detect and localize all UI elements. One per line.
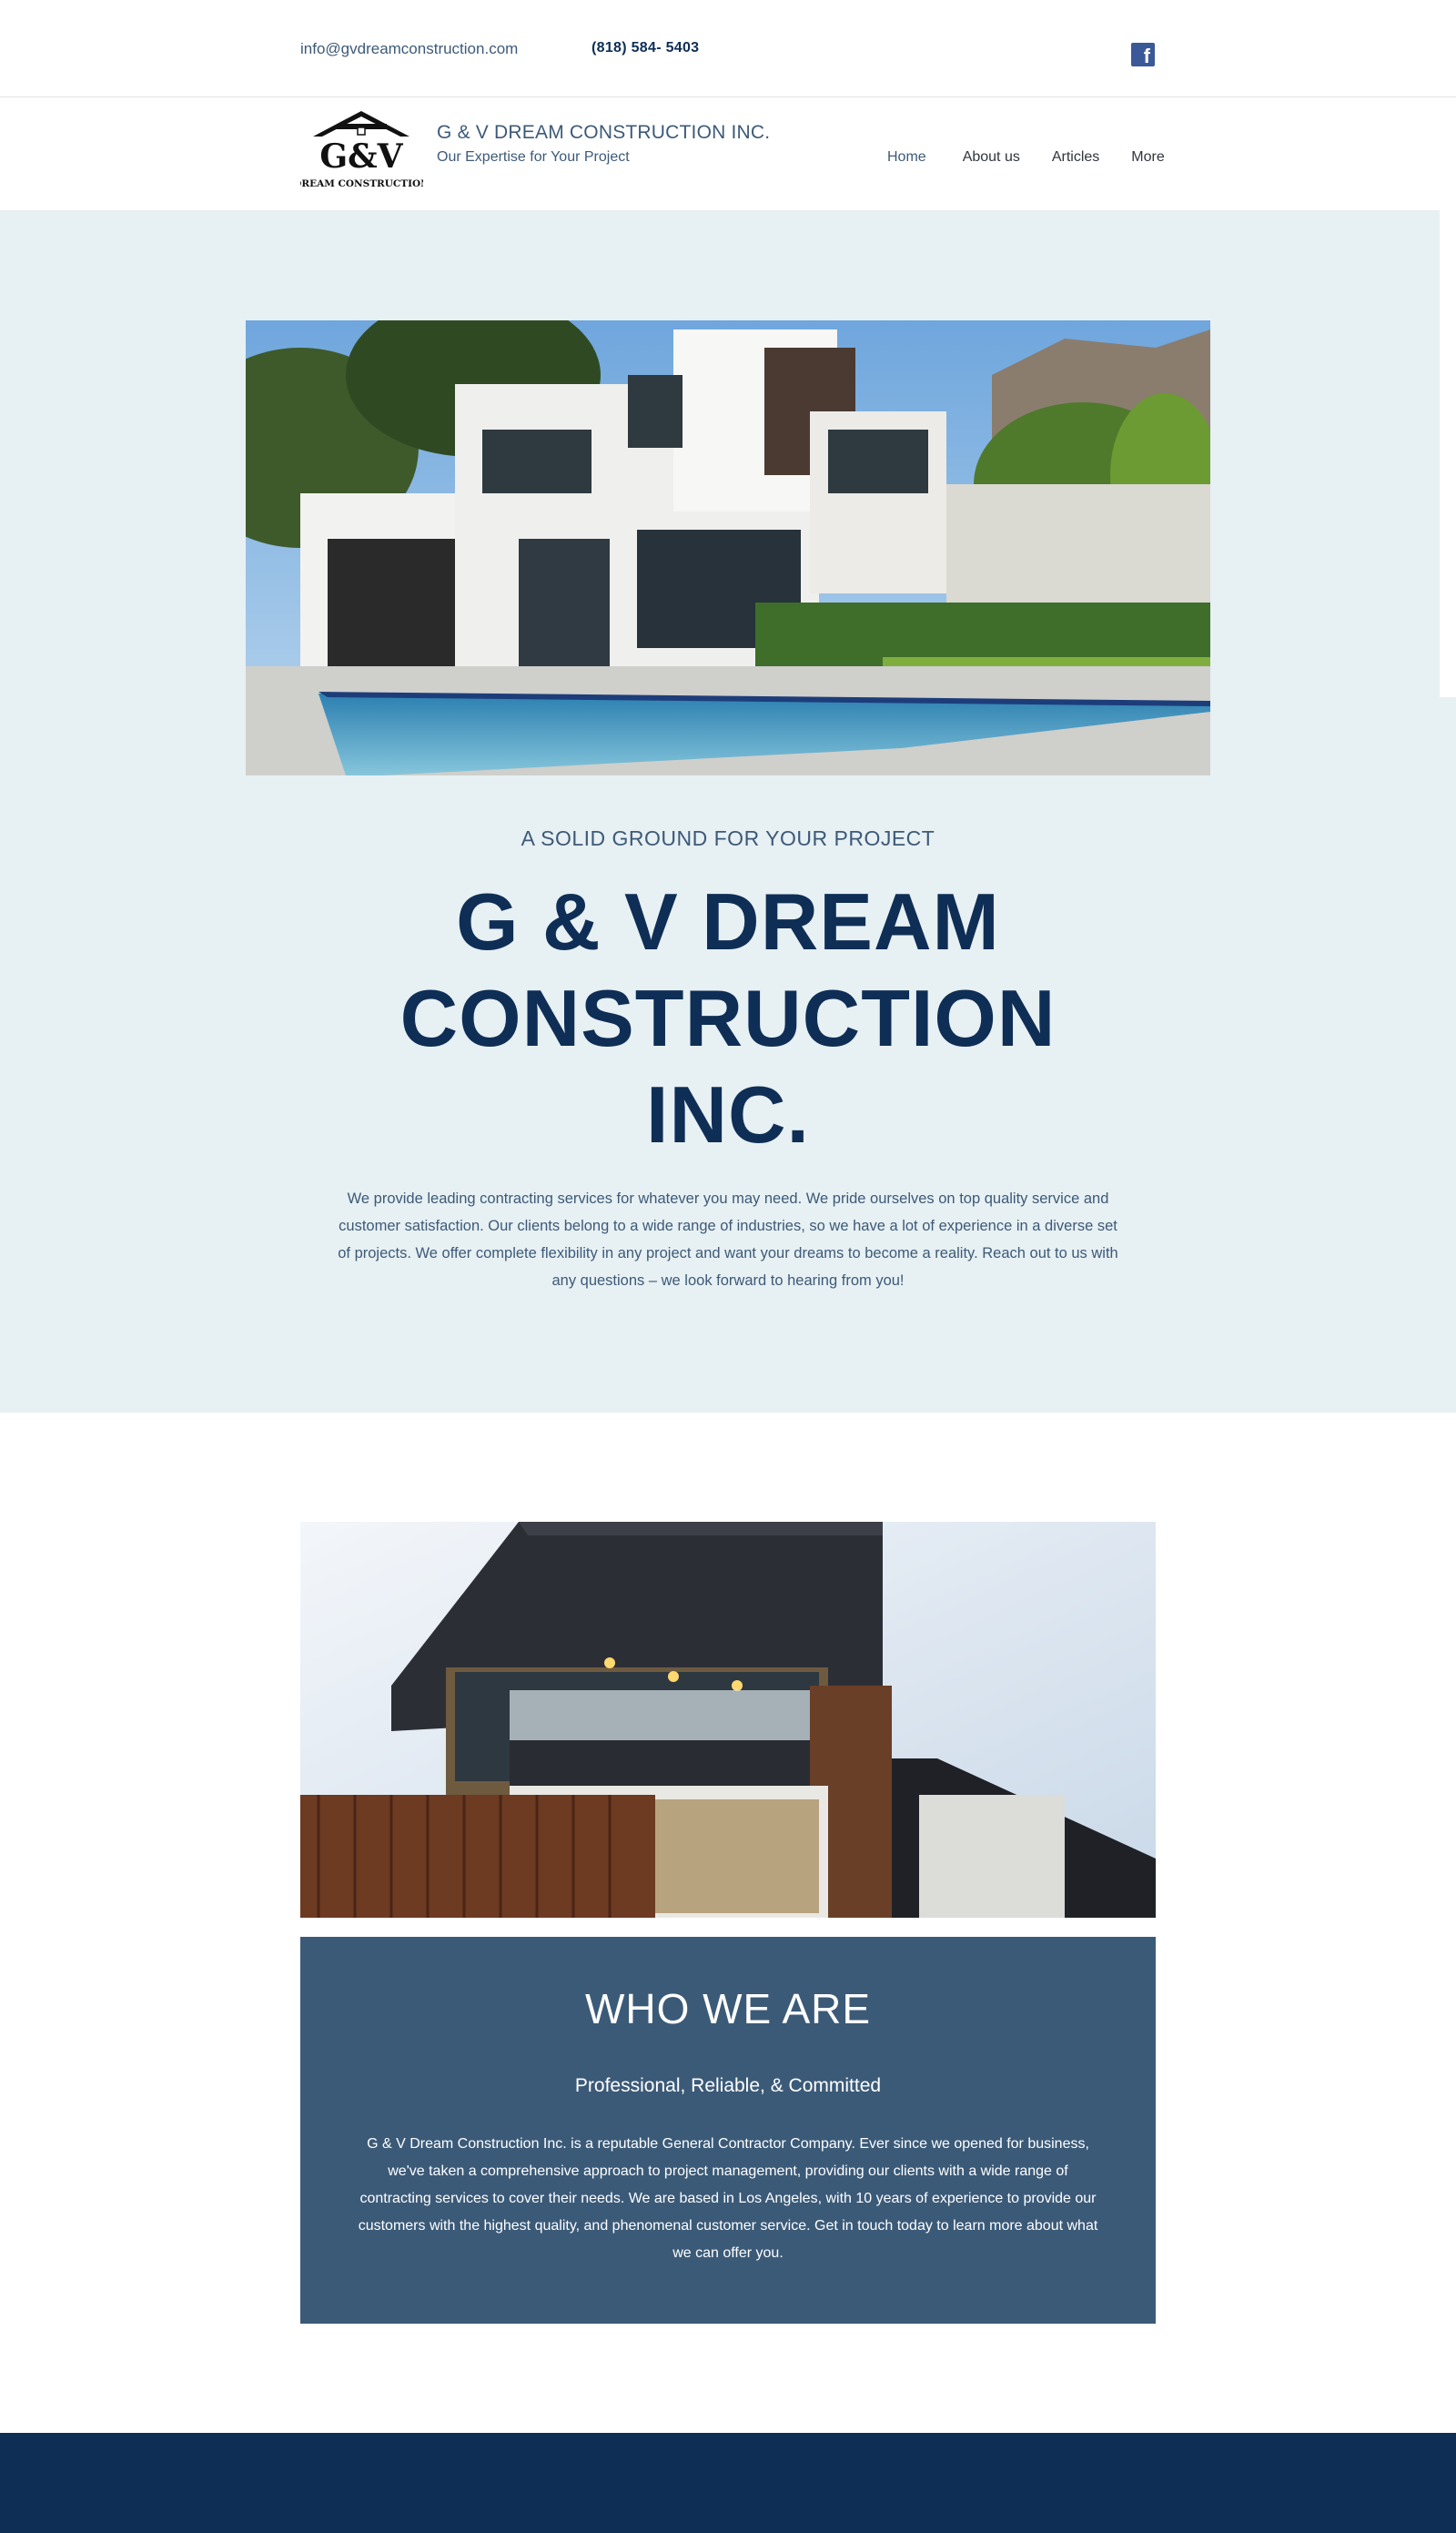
- hero-title-line: CONSTRUCTION: [399, 973, 1057, 1063]
- facebook-icon[interactable]: f: [1131, 43, 1155, 66]
- who-we-are-description: G & V Dream Construction Inc. is a reput…: [358, 2136, 1098, 2261]
- contact-bar: info@gvdreamconstruction.com (818) 584- …: [0, 0, 1456, 97]
- brand-tagline: Our Expertise for Your Project: [437, 149, 630, 165]
- hero-title: G & V DREAM CONSTRUCTION INC.: [318, 874, 1138, 1163]
- footer-band: [0, 2433, 1456, 2533]
- logo-mark: G&V: [319, 137, 403, 176]
- main-nav: Home About us Articles More: [887, 149, 1165, 166]
- nav-home[interactable]: Home: [887, 149, 926, 166]
- phone-number[interactable]: (818) 584- 5403: [592, 40, 699, 56]
- nav-articles[interactable]: Articles: [1052, 149, 1099, 166]
- modern-house-image: [300, 1522, 1156, 1918]
- logo[interactable]: G&V DREAM CONSTRUCTION: [300, 107, 423, 191]
- who-we-are-subtitle: Professional, Reliable, & Committed: [574, 2075, 882, 2096]
- site-header: G&V DREAM CONSTRUCTION G & V DREAM CONST…: [0, 98, 1456, 210]
- who-we-are-title: WHO WE ARE: [584, 1985, 872, 2032]
- brand-name[interactable]: G & V DREAM CONSTRUCTION INC.: [437, 122, 770, 144]
- hero-title-line: INC.: [646, 1069, 810, 1160]
- hero-title-line: G & V DREAM: [456, 876, 1000, 967]
- hero-kicker: A SOLID GROUND FOR YOUR PROJECT: [521, 826, 935, 850]
- house-roof-icon: [313, 111, 410, 137]
- nav-about-us[interactable]: About us: [963, 149, 1020, 166]
- hero-house-image: [246, 320, 1210, 775]
- email-link[interactable]: info@gvdreamconstruction.com: [300, 40, 518, 58]
- logo-caption: DREAM CONSTRUCTION: [300, 178, 423, 189]
- nav-more[interactable]: More: [1131, 149, 1164, 166]
- hero-description: We provide leading contracting services …: [338, 1191, 1118, 1289]
- side-panel: [1440, 210, 1456, 697]
- who-we-are-panel: WHO WE ARE Professional, Reliable, & Com…: [300, 1937, 1156, 2324]
